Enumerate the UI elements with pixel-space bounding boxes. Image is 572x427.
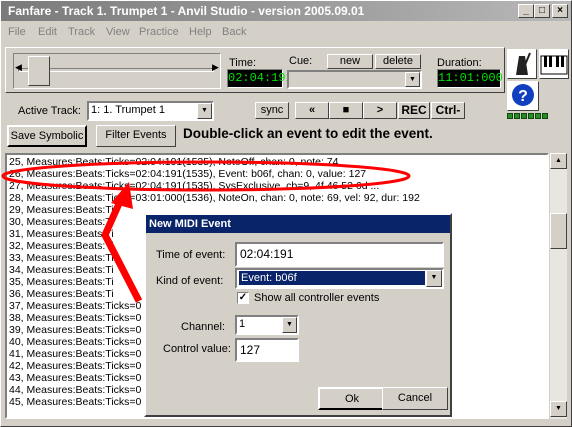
kind-of-event-select[interactable]: Event: b06f ▼ (235, 268, 444, 289)
channel-select[interactable]: 1 ▼ (235, 315, 299, 335)
channel-value: 1 (239, 318, 246, 330)
cancel-button[interactable]: Cancel (382, 387, 448, 410)
control-value-label: Control value: (163, 343, 231, 355)
time-of-event-label: Time of event: (156, 249, 226, 261)
annotation-arrow-head (111, 182, 133, 209)
control-value-field[interactable]: 127 (235, 338, 299, 362)
kind-of-event-label: Kind of event: (156, 275, 224, 287)
new-midi-event-dialog: New MIDI Event Time of event: 02:04:191 … (144, 213, 452, 417)
dialog-title[interactable]: New MIDI Event (146, 215, 450, 233)
chevron-down-icon[interactable]: ▼ (282, 317, 297, 333)
annotation-ellipse (1, 160, 411, 192)
ok-button[interactable]: Ok (318, 387, 386, 410)
show-all-label[interactable]: Show all controller events (254, 292, 379, 304)
app-window: Fanfare - Track 1. Trumpet 1 - Anvil Stu… (0, 0, 572, 427)
chevron-down-icon[interactable]: ▼ (426, 270, 442, 287)
annotation-arrow-shaft (101, 195, 143, 303)
time-of-event-field[interactable]: 02:04:191 (235, 242, 444, 267)
show-all-checkbox[interactable]: ✓ (237, 292, 249, 304)
channel-label: Channel: (181, 321, 226, 333)
kind-of-event-value: Event: b06f (238, 270, 426, 286)
